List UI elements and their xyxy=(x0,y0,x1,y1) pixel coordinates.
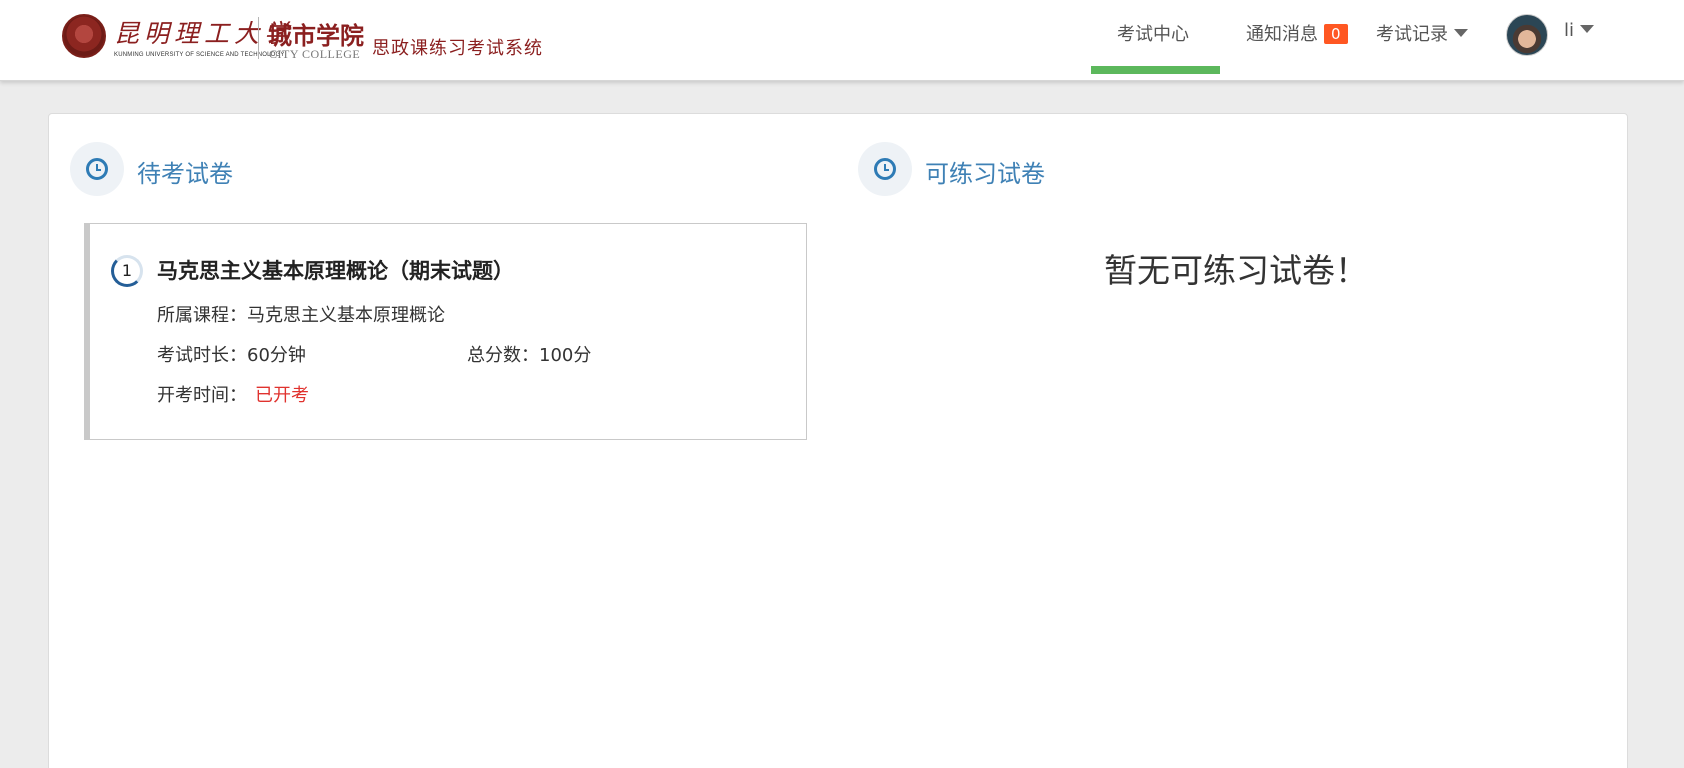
nav-active-indicator xyxy=(1091,66,1220,74)
username-label: li xyxy=(1564,20,1575,41)
top-header: 昆明理工大学 KUNMING UNIVERSITY OF SCIENCE AND… xyxy=(0,0,1684,81)
exam-title[interactable]: 马克思主义基本原理概论（期末试题） xyxy=(157,255,514,285)
logo-divider xyxy=(258,17,259,59)
main-card: 待考试卷 1 马克思主义基本原理概论（期末试题） 所属课程：马克思主义基本原理概… xyxy=(48,113,1628,768)
clock-icon xyxy=(86,158,108,180)
exam-course-label: 所属课程： xyxy=(157,305,247,326)
exam-duration: 考试时长：60分钟 xyxy=(157,341,306,367)
system-name: 思政课练习考试系统 xyxy=(372,38,543,59)
university-seal-icon xyxy=(62,14,106,58)
college-name-cn: 城市学院 xyxy=(268,21,364,50)
exam-start-time: 开考时间： 已开考 xyxy=(157,381,309,407)
exam-duration-value: 60分钟 xyxy=(247,345,306,366)
user-avatar[interactable] xyxy=(1506,14,1548,56)
nav-notifications[interactable]: 通知消息 0 xyxy=(1246,20,1348,46)
nav-exam-records-label: 考试记录 xyxy=(1376,24,1448,45)
nav-notifications-label: 通知消息 xyxy=(1246,24,1318,45)
exam-duration-label: 考试时长： xyxy=(157,345,247,366)
exam-score-value: 100分 xyxy=(539,345,592,366)
exam-course-value: 马克思主义基本原理概论 xyxy=(247,305,445,326)
exam-course: 所属课程：马克思主义基本原理概论 xyxy=(157,301,445,327)
practice-empty-message: 暂无可练习试卷！ xyxy=(1104,251,1368,290)
university-name-en: KUNMING UNIVERSITY OF SCIENCE AND TECHNO… xyxy=(114,52,285,58)
pending-exam-card[interactable]: 1 马克思主义基本原理概论（期末试题） 所属课程：马克思主义基本原理概论 考试时… xyxy=(84,223,807,440)
chevron-down-icon xyxy=(1580,25,1595,33)
university-name-cn: 昆明理工大学 xyxy=(114,19,295,48)
exam-total-score: 总分数：100分 xyxy=(467,341,591,367)
notification-count-badge: 0 xyxy=(1324,24,1348,44)
nav-exam-records[interactable]: 考试记录 xyxy=(1376,20,1468,46)
nav-exam-center[interactable]: 考试中心 xyxy=(1117,20,1189,46)
exam-index-badge: 1 xyxy=(111,255,143,287)
practice-section-icon xyxy=(858,142,912,196)
exam-start-label: 开考时间： xyxy=(157,385,247,406)
exam-start-status: 已开考 xyxy=(255,385,309,406)
pending-section-title: 待考试卷 xyxy=(137,160,233,188)
clock-icon xyxy=(874,158,896,180)
college-name-en: CITY COLLEGE xyxy=(269,47,361,61)
nav-exam-center-label: 考试中心 xyxy=(1117,24,1189,45)
site-logo[interactable]: 昆明理工大学 KUNMING UNIVERSITY OF SCIENCE AND… xyxy=(62,12,582,68)
user-menu[interactable]: li xyxy=(1564,20,1595,41)
exam-score-label: 总分数： xyxy=(467,345,539,366)
chevron-down-icon xyxy=(1454,29,1468,37)
practice-section-title: 可练习试卷 xyxy=(925,160,1045,188)
pending-section-icon xyxy=(70,142,124,196)
